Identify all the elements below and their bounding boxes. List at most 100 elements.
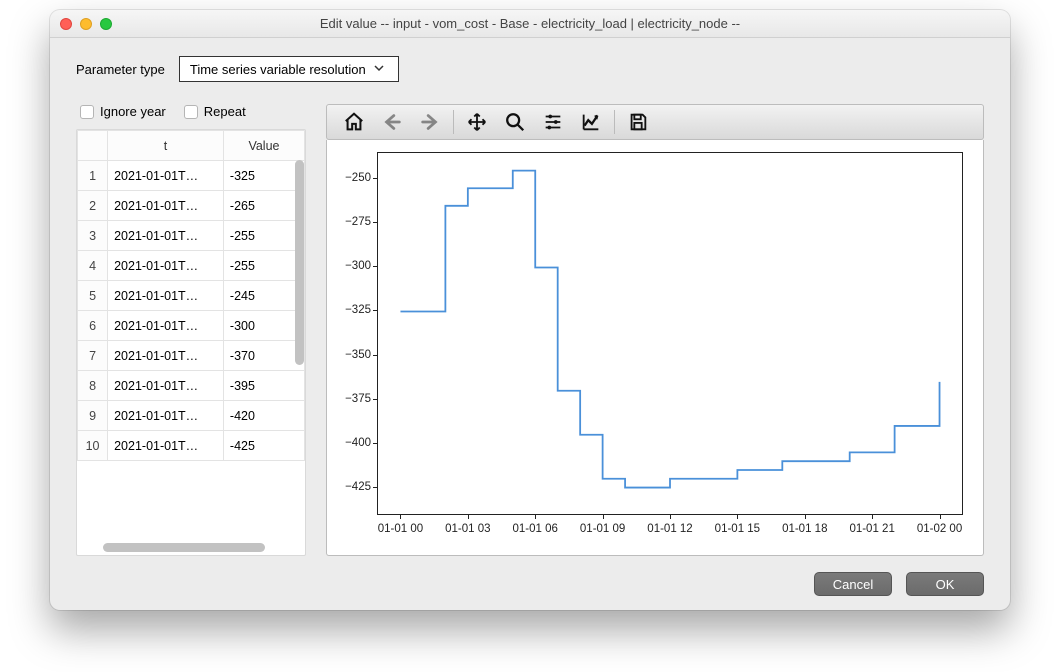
table-row[interactable]: 52021-01-01T…-245 <box>78 281 305 311</box>
table-row[interactable]: 82021-01-01T…-395 <box>78 371 305 401</box>
repeat-label: Repeat <box>204 104 246 119</box>
x-tick-label: 01-01 06 <box>513 523 558 535</box>
chart-area: −250−275−300−325−350−375−400−425 01-01 0… <box>326 140 984 556</box>
col-header-t[interactable]: t <box>108 131 224 161</box>
x-tick-label: 01-01 00 <box>378 523 423 535</box>
cell-value[interactable]: -255 <box>223 221 304 251</box>
table-row[interactable]: 22021-01-01T…-265 <box>78 191 305 221</box>
y-tick-label: −325 <box>327 304 371 316</box>
x-tick-label: 01-01 18 <box>782 523 827 535</box>
y-tick-label: −250 <box>327 172 371 184</box>
x-tick-label: 01-02 00 <box>917 523 962 535</box>
window-controls <box>60 18 112 30</box>
ignore-year-checkbox[interactable]: Ignore year <box>80 104 166 119</box>
cell-t[interactable]: 2021-01-01T… <box>108 431 224 461</box>
zoom-icon[interactable] <box>100 18 112 30</box>
left-panel: Ignore year Repeat t V <box>76 104 306 556</box>
table-corner <box>78 131 108 161</box>
row-header[interactable]: 2 <box>78 191 108 221</box>
dialog-body: Parameter type Time series variable reso… <box>50 38 1010 610</box>
row-header[interactable]: 10 <box>78 431 108 461</box>
y-tick-label: −275 <box>327 216 371 228</box>
row-header[interactable]: 6 <box>78 311 108 341</box>
row-header[interactable]: 3 <box>78 221 108 251</box>
row-header[interactable]: 5 <box>78 281 108 311</box>
table-row[interactable]: 12021-01-01T…-325 <box>78 161 305 191</box>
cell-t[interactable]: 2021-01-01T… <box>108 401 224 431</box>
cell-value[interactable]: -395 <box>223 371 304 401</box>
toolbar-separator <box>614 110 615 134</box>
checkbox-row: Ignore year Repeat <box>76 104 306 119</box>
parameter-type-value: Time series variable resolution <box>190 62 366 77</box>
y-tick-label: −300 <box>327 260 371 272</box>
row-header[interactable]: 9 <box>78 401 108 431</box>
table-row[interactable]: 102021-01-01T…-425 <box>78 431 305 461</box>
cell-t[interactable]: 2021-01-01T… <box>108 371 224 401</box>
cell-value[interactable]: -425 <box>223 431 304 461</box>
repeat-checkbox[interactable]: Repeat <box>184 104 246 119</box>
table-row[interactable]: 72021-01-01T…-370 <box>78 341 305 371</box>
chevron-down-icon <box>374 63 384 76</box>
toolbar-separator <box>453 110 454 134</box>
col-header-value[interactable]: Value <box>223 131 304 161</box>
home-button[interactable] <box>335 105 373 139</box>
plot-area[interactable] <box>377 152 963 515</box>
y-tick-label: −425 <box>327 481 371 493</box>
parameter-type-row: Parameter type Time series variable reso… <box>76 56 984 82</box>
x-tick-label: 01-01 12 <box>647 523 692 535</box>
axes-button[interactable] <box>572 105 610 139</box>
save-button[interactable] <box>619 105 657 139</box>
cell-t[interactable]: 2021-01-01T… <box>108 341 224 371</box>
pan-button[interactable] <box>458 105 496 139</box>
row-header[interactable]: 7 <box>78 341 108 371</box>
close-icon[interactable] <box>60 18 72 30</box>
x-tick-label: 01-01 21 <box>849 523 894 535</box>
back-button[interactable] <box>373 105 411 139</box>
cell-value[interactable]: -420 <box>223 401 304 431</box>
chart-series <box>400 171 939 488</box>
forward-button[interactable] <box>411 105 449 139</box>
row-header[interactable]: 4 <box>78 251 108 281</box>
content-row: Ignore year Repeat t V <box>76 104 984 556</box>
titlebar: Edit value -- input - vom_cost - Base - … <box>50 10 1010 38</box>
cell-value[interactable]: -300 <box>223 311 304 341</box>
x-tick-label: 01-01 15 <box>715 523 760 535</box>
checkbox-icon <box>80 105 94 119</box>
minimize-icon[interactable] <box>80 18 92 30</box>
cell-value[interactable]: -370 <box>223 341 304 371</box>
cell-value[interactable]: -265 <box>223 191 304 221</box>
y-tick-label: −400 <box>327 437 371 449</box>
table-row[interactable]: 62021-01-01T…-300 <box>78 311 305 341</box>
window-title: Edit value -- input - vom_cost - Base - … <box>60 16 1000 31</box>
ok-button[interactable]: OK <box>906 572 984 596</box>
cell-t[interactable]: 2021-01-01T… <box>108 221 224 251</box>
vertical-scrollbar[interactable] <box>295 160 304 539</box>
plot-toolbar <box>326 104 984 140</box>
table-row[interactable]: 92021-01-01T…-420 <box>78 401 305 431</box>
ignore-year-label: Ignore year <box>100 104 166 119</box>
row-header[interactable]: 1 <box>78 161 108 191</box>
cell-t[interactable]: 2021-01-01T… <box>108 251 224 281</box>
data-table-wrap: t Value 12021-01-01T…-32522021-01-01T…-2… <box>76 129 306 556</box>
cancel-button[interactable]: Cancel <box>814 572 892 596</box>
zoom-button[interactable] <box>496 105 534 139</box>
cell-t[interactable]: 2021-01-01T… <box>108 161 224 191</box>
cell-value[interactable]: -245 <box>223 281 304 311</box>
cell-t[interactable]: 2021-01-01T… <box>108 311 224 341</box>
parameter-type-select[interactable]: Time series variable resolution <box>179 56 399 82</box>
y-tick-label: −375 <box>327 393 371 405</box>
cell-value[interactable]: -255 <box>223 251 304 281</box>
parameter-type-label: Parameter type <box>76 62 165 77</box>
dialog-footer: Cancel OK <box>76 556 984 596</box>
configure-button[interactable] <box>534 105 572 139</box>
table-row[interactable]: 32021-01-01T…-255 <box>78 221 305 251</box>
cell-t[interactable]: 2021-01-01T… <box>108 191 224 221</box>
cell-value[interactable]: -325 <box>223 161 304 191</box>
data-table[interactable]: t Value 12021-01-01T…-32522021-01-01T…-2… <box>77 130 305 461</box>
checkbox-icon <box>184 105 198 119</box>
x-tick-label: 01-01 03 <box>445 523 490 535</box>
table-row[interactable]: 42021-01-01T…-255 <box>78 251 305 281</box>
row-header[interactable]: 8 <box>78 371 108 401</box>
horizontal-scrollbar[interactable] <box>103 543 293 552</box>
cell-t[interactable]: 2021-01-01T… <box>108 281 224 311</box>
